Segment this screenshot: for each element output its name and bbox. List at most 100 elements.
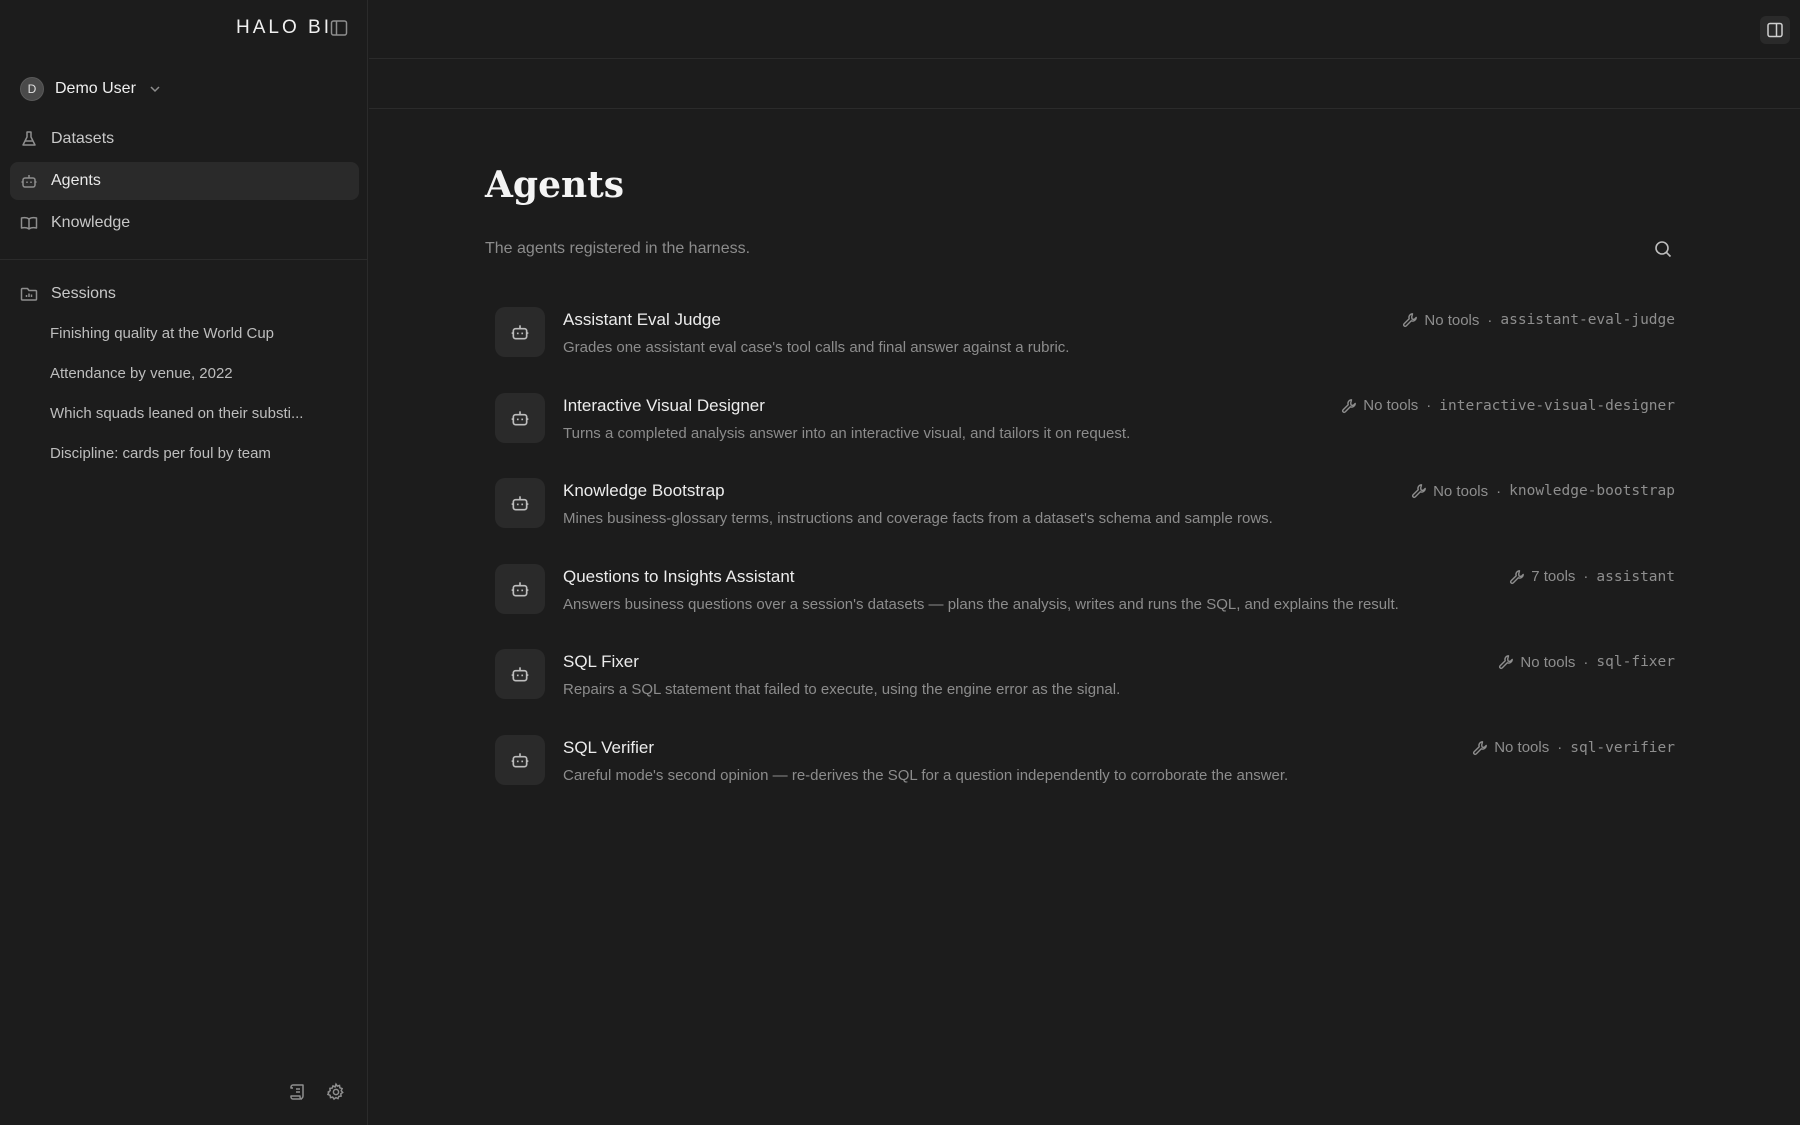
agent-description: Careful mode's second opinion — re-deriv… (563, 766, 1289, 784)
subtitle-row: The agents registered in the harness. (485, 237, 1675, 261)
meta-separator: · (1583, 568, 1589, 586)
session-item[interactable]: Attendance by venue, 2022 (50, 362, 350, 402)
agent-body: Assistant Eval Judge No tools · assistan… (563, 303, 1675, 356)
sidebar-item-label: Knowledge (51, 214, 131, 231)
agent-tool-count: No tools (1494, 739, 1550, 757)
sidebar-item-label: Agents (51, 172, 101, 189)
session-item[interactable]: Finishing quality at the World Cup (50, 322, 350, 362)
sidebar-item-label: Datasets (51, 130, 115, 147)
agent-name: Knowledge Bootstrap (563, 481, 725, 501)
agent-tool-count: No tools (1433, 482, 1489, 500)
agent-name: SQL Verifier (563, 737, 655, 757)
page-title: Agents (485, 164, 625, 206)
flask-icon (20, 130, 38, 148)
avatar: D (20, 77, 44, 101)
user-name: Demo User (55, 80, 136, 97)
agent-description: Grades one assistant eval case's tool ca… (563, 339, 1070, 356)
user-menu[interactable]: D Demo User (20, 76, 162, 102)
sidebar-footer (287, 1081, 347, 1103)
agent-list: Assistant Eval Judge No tools · assistan… (485, 303, 1675, 817)
agent-header: Questions to Insights Assistant 7 tools … (563, 564, 1675, 590)
meta-separator: · (1557, 739, 1563, 757)
sidebar-nav: Datasets Agents Knowledge (10, 120, 359, 246)
agent-tool-count: No tools (1520, 653, 1576, 671)
search-icon[interactable] (1651, 237, 1675, 261)
sessions-label: Sessions (51, 285, 116, 302)
sidebar-item-datasets[interactable]: Datasets (10, 120, 359, 158)
agent-header: SQL Fixer No tools · sql-fixer (563, 649, 1675, 675)
agent-row[interactable]: Knowledge Bootstrap No tools · knowledge… (485, 474, 1675, 560)
robot-icon (495, 734, 545, 785)
wrench-icon (1341, 398, 1357, 414)
book-icon (20, 214, 38, 232)
robot-icon (495, 392, 545, 443)
agent-body: SQL Verifier No tools · sql-verifier Car… (563, 731, 1675, 784)
agent-name: SQL Fixer (563, 652, 639, 672)
agent-tool-count: No tools (1363, 397, 1419, 415)
sessions-header[interactable]: Sessions (20, 282, 116, 306)
agent-name: Interactive Visual Designer (563, 395, 765, 415)
robot-icon (495, 478, 545, 529)
meta-separator: · (1487, 311, 1493, 329)
gear-icon[interactable] (325, 1081, 347, 1103)
agent-description: Answers business questions over a sessio… (563, 595, 1399, 613)
agent-slug: assistant-eval-judge (1500, 312, 1675, 328)
agent-tool-count: No tools (1424, 311, 1480, 329)
wrench-icon (1411, 483, 1427, 499)
agent-body: Knowledge Bootstrap No tools · knowledge… (563, 474, 1675, 527)
agent-name: Questions to Insights Assistant (563, 566, 795, 586)
chevron-down-icon (148, 82, 162, 96)
agent-row[interactable]: SQL Fixer No tools · sql-fixer Repairs a… (485, 645, 1675, 731)
wrench-icon (1402, 312, 1418, 328)
wrench-icon (1509, 569, 1525, 585)
agent-meta: 7 tools · assistant (1509, 568, 1675, 585)
top-bar (369, 0, 1800, 59)
agent-body: Interactive Visual Designer No tools · i… (563, 389, 1675, 442)
agent-row[interactable]: SQL Verifier No tools · sql-verifier Car… (485, 731, 1675, 817)
agent-slug: assistant (1596, 568, 1675, 585)
agent-name: Assistant Eval Judge (563, 310, 721, 329)
meta-separator: · (1496, 482, 1502, 500)
agent-header: SQL Verifier No tools · sql-verifier (563, 735, 1675, 761)
session-item[interactable]: Which squads leaned on their substi... (50, 402, 350, 442)
page-subtitle: The agents registered in the harness. (485, 240, 751, 257)
main-area: Agents The agents registered in the harn… (369, 0, 1800, 1125)
agent-description: Mines business-glossary terms, instructi… (563, 510, 1273, 528)
agent-tool-count: 7 tools (1531, 568, 1576, 586)
agent-row[interactable]: Interactive Visual Designer No tools · i… (485, 389, 1675, 475)
agent-description: Turns a completed analysis answer into a… (563, 424, 1131, 442)
robot-icon (495, 563, 545, 614)
agent-slug: knowledge-bootstrap (1509, 483, 1675, 500)
robot-icon (20, 172, 38, 190)
robot-icon (495, 649, 545, 700)
agent-header: Knowledge Bootstrap No tools · knowledge… (563, 478, 1675, 504)
folder-chart-icon (20, 285, 38, 303)
agent-row[interactable]: Assistant Eval Judge No tools · assistan… (485, 303, 1675, 389)
sidebar-item-knowledge[interactable]: Knowledge (10, 204, 359, 242)
agent-slug: sql-verifier (1570, 739, 1675, 756)
wrench-icon (1472, 740, 1488, 756)
wrench-icon (1498, 654, 1514, 670)
agent-meta: No tools · sql-verifier (1472, 739, 1675, 756)
agent-row[interactable]: Questions to Insights Assistant 7 tools … (485, 560, 1675, 646)
agents-page: Agents The agents registered in the harn… (485, 110, 1675, 817)
panel-toggle-icon[interactable] (1760, 16, 1790, 44)
agent-meta: No tools · assistant-eval-judge (1402, 312, 1675, 329)
agent-body: Questions to Insights Assistant 7 tools … (563, 560, 1675, 613)
agent-description: Repairs a SQL statement that failed to e… (563, 681, 1121, 699)
robot-icon (495, 307, 545, 357)
sidebar-toggle-icon[interactable] (328, 17, 350, 39)
meta-separator: · (1426, 397, 1432, 415)
sidebar: HALO BI D Demo User Datasets Agents Know… (0, 0, 368, 1125)
agent-meta: No tools · sql-fixer (1498, 654, 1675, 671)
agent-header: Interactive Visual Designer No tools · i… (563, 393, 1675, 419)
agent-slug: interactive-visual-designer (1439, 397, 1675, 414)
session-item[interactable]: Discipline: cards per foul by team (50, 442, 350, 482)
agent-meta: No tools · interactive-visual-designer (1341, 397, 1675, 414)
brand-logo: HALO BI (236, 17, 332, 38)
sidebar-item-agents[interactable]: Agents (10, 162, 359, 200)
scroll-log-icon[interactable] (287, 1081, 309, 1103)
sidebar-divider (0, 259, 368, 260)
agent-header: Assistant Eval Judge No tools · assistan… (563, 307, 1675, 333)
session-list: Finishing quality at the World Cup Atten… (50, 322, 350, 482)
